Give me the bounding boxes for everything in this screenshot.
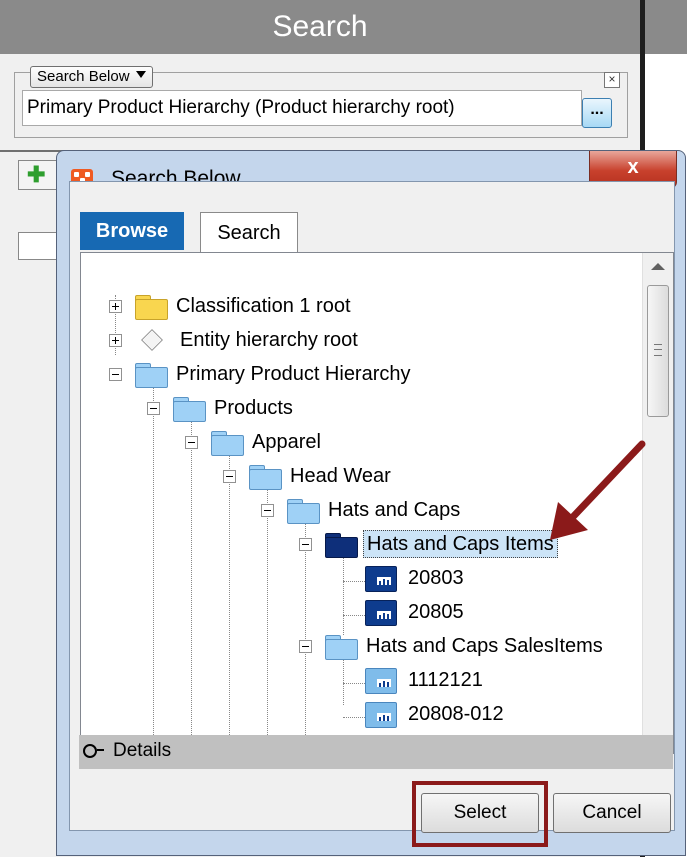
- collapse-icon[interactable]: [185, 436, 198, 449]
- product-item-icon: [365, 564, 397, 592]
- tree-connector: [191, 408, 192, 743]
- tree-connector: [343, 581, 365, 582]
- tree-item-label: 20808-012: [408, 703, 504, 725]
- tree-item-classification-root[interactable]: Classification 1 root: [135, 292, 354, 320]
- search-path-field[interactable]: Primary Product Hierarchy (Product hiera…: [22, 90, 582, 126]
- collapse-icon[interactable]: [261, 504, 274, 517]
- collapse-icon[interactable]: [223, 470, 236, 483]
- product-item-icon: [365, 666, 397, 694]
- folder-icon: [173, 396, 206, 422]
- details-section[interactable]: Details: [79, 735, 673, 769]
- tab-search[interactable]: Search: [200, 212, 298, 253]
- tree-item-products[interactable]: Products: [173, 394, 296, 422]
- tree-item-label: 20805: [408, 601, 464, 623]
- tree-item-label: 20803: [408, 567, 464, 589]
- tree-item-20803[interactable]: 20803: [365, 564, 467, 592]
- tree-item-label: Head Wear: [290, 465, 391, 487]
- tree-connector: [153, 373, 154, 743]
- folder-icon: [325, 532, 358, 558]
- cancel-button[interactable]: Cancel: [553, 793, 671, 833]
- tree-connector: [343, 615, 365, 616]
- tab-browse[interactable]: Browse: [80, 212, 184, 250]
- tree-item-label: Apparel: [252, 431, 321, 453]
- tree-item-primary-product-hierarchy[interactable]: Primary Product Hierarchy: [135, 360, 414, 388]
- tree-item-hats-and-caps-salesitems[interactable]: Hats and Caps SalesItems: [325, 632, 606, 660]
- tree-item-label: Primary Product Hierarchy: [176, 363, 411, 385]
- grip-icon: [654, 344, 662, 356]
- tree-item-label: Hats and Caps Items: [363, 530, 558, 558]
- details-label: Details: [113, 740, 172, 761]
- tree-item-hats-and-caps[interactable]: Hats and Caps: [287, 496, 463, 524]
- add-button[interactable]: ✚: [18, 160, 60, 190]
- tree-item-label: Classification 1 root: [176, 295, 351, 317]
- tree-item-1112121[interactable]: 1112121: [365, 666, 486, 694]
- folder-icon: [135, 362, 168, 388]
- product-item-icon: [365, 598, 397, 626]
- collapse-icon[interactable]: [109, 368, 122, 381]
- tree-item-label: Products: [214, 397, 293, 419]
- folder-icon: [287, 498, 320, 524]
- collapse-icon[interactable]: [299, 538, 312, 551]
- cube-icon: [141, 329, 163, 351]
- collapse-icon[interactable]: [147, 402, 160, 415]
- folder-icon: [249, 464, 282, 490]
- folder-icon: [135, 294, 168, 320]
- annotation-arrow-icon: [550, 440, 646, 540]
- dialog-body: Browse Search Classification 1 root Enti…: [69, 181, 675, 831]
- product-item-icon: [365, 700, 397, 728]
- expand-icon[interactable]: [109, 334, 122, 347]
- folder-icon: [211, 430, 244, 456]
- browse-button[interactable]: ...: [582, 98, 612, 128]
- tree-connector: [343, 717, 365, 718]
- annotation-highlight-box: [412, 781, 548, 847]
- close-icon[interactable]: ×: [604, 72, 620, 88]
- right-panel-header: [645, 0, 687, 54]
- tree-item-label: 1112121: [408, 669, 483, 691]
- folder-icon: [325, 634, 358, 660]
- tree-item-head-wear[interactable]: Head Wear: [249, 462, 394, 490]
- search-below-dialog: Search Below... x Browse Search Classifi…: [56, 150, 686, 856]
- header-bar: Search: [0, 0, 640, 54]
- tree-connector: [229, 441, 230, 743]
- scrollbar-thumb[interactable]: [647, 285, 669, 417]
- header-title: Search: [272, 10, 368, 43]
- tree-connector: [343, 683, 365, 684]
- chevron-down-icon: [135, 71, 146, 78]
- tree-item-hats-and-caps-items[interactable]: Hats and Caps Items: [325, 530, 558, 558]
- expand-details-icon[interactable]: [83, 744, 104, 758]
- text-field[interactable]: [18, 232, 60, 260]
- tree-item-label: Hats and Caps: [328, 499, 461, 521]
- tree-item-20808-012[interactable]: 20808-012: [365, 700, 507, 728]
- tree-item-label: Hats and Caps SalesItems: [366, 635, 603, 657]
- tree-item-label: Entity hierarchy root: [180, 329, 358, 351]
- search-scope-dropdown-label: Search Below: [37, 68, 130, 85]
- plus-icon: ✚: [27, 162, 46, 187]
- tree-item-entity-hierarchy-root[interactable]: Entity hierarchy root: [135, 326, 361, 354]
- scroll-up-icon[interactable]: [651, 263, 665, 270]
- expand-icon[interactable]: [109, 300, 122, 313]
- collapse-icon[interactable]: [299, 640, 312, 653]
- search-scope-dropdown[interactable]: Search Below: [30, 66, 153, 88]
- tree-item-20805[interactable]: 20805: [365, 598, 467, 626]
- tree-item-apparel[interactable]: Apparel: [211, 428, 324, 456]
